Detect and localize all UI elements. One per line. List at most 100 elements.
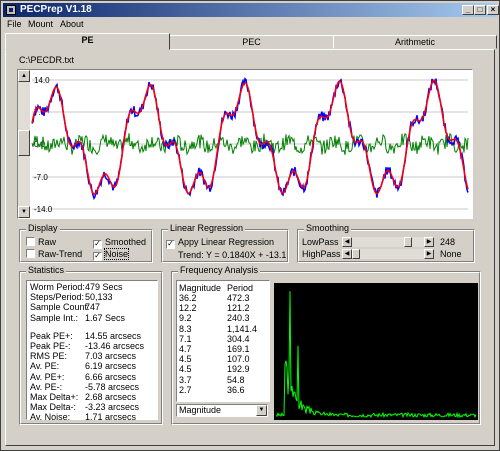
slider-right-arrow-icon[interactable]: ▶ [424, 237, 434, 247]
statistics-value: 1.71 arcsecs [85, 412, 137, 423]
linear-regression-group: Linear Regression ✓ Appy Linear Regressio… [161, 223, 289, 263]
linear-regression-group-title: Linear Regression [168, 223, 246, 233]
statistics-row: Max Delta+: 2.68 arcsecs [30, 392, 136, 402]
frequency-magnitude-cell: 4.5 [179, 354, 192, 365]
statistics-label: Peak PE+: [30, 330, 73, 341]
statistics-row: Peak PE-: -13.46 arcsecs [30, 341, 144, 351]
sort-select-value: Magnitude [179, 405, 222, 415]
raw-checkbox[interactable]: Raw [26, 237, 56, 247]
y-tick-label: -14.0 [34, 205, 53, 214]
frequency-magnitude-cell: 4.7 [179, 344, 192, 354]
statistics-row: Worm Period: 479 Secs [30, 282, 123, 292]
statistics-label: Max Delta+: [30, 392, 79, 402]
frequency-magnitude-cell: 9.2 [179, 313, 192, 324]
close-button[interactable]: × [487, 5, 499, 15]
statistics-label: Max Delta-: [30, 402, 77, 413]
statistics-value: -13.46 arcsecs [85, 341, 145, 351]
pe-plot-scrollbar[interactable]: ▲ ▼ [18, 70, 30, 218]
sort-select[interactable]: Magnitude ▼ [176, 404, 268, 417]
tab-pe[interactable]: PE [5, 33, 170, 50]
statistics-list: Worm Period: 479 Secs Steps/Period: 50,133 S… [26, 280, 158, 423]
frequency-analysis-group-title: Frequency Analysis [178, 265, 261, 275]
checkmark-icon[interactable]: ✓ [93, 252, 102, 261]
checkbox-box[interactable] [26, 249, 35, 258]
statistics-value: 6.19 arcsecs [85, 361, 137, 372]
menu-about[interactable]: About [60, 19, 84, 29]
scroll-down-arrow-icon[interactable]: ▼ [18, 206, 30, 218]
slider-left-arrow-icon[interactable]: ◀ [342, 237, 352, 247]
statistics-value: 1.67 Secs [85, 312, 126, 323]
maximize-button[interactable]: □ [474, 5, 486, 15]
statistics-label: Steps/Period: [30, 292, 85, 303]
app-icon [6, 5, 16, 15]
lowpass-slider-thumb[interactable] [404, 237, 413, 247]
tab-pec[interactable]: PEC [169, 35, 334, 49]
menu-file[interactable]: File [7, 19, 22, 29]
apply-linear-regression-checkbox[interactable]: ✓ Appy Linear Regression [166, 237, 274, 249]
minimize-button[interactable]: _ [462, 5, 474, 15]
checkbox-box[interactable] [26, 237, 35, 246]
frequency-period-cell: 192.9 [227, 364, 250, 375]
statistics-group: Statistics Worm Period: 479 Secs Steps/Per… [19, 265, 163, 425]
highpass-slider-thumb[interactable] [352, 249, 360, 259]
slider-left-arrow-icon[interactable]: ◀ [342, 249, 352, 259]
statistics-row: Sample Count: 747 [30, 302, 100, 313]
scroll-thumb[interactable] [18, 130, 30, 156]
frequency-period-cell: 472.3 [227, 293, 250, 303]
window-title: PECPrep V1.18 [20, 4, 92, 15]
statistics-row: RMS PE: 7.03 arcsecs [30, 351, 136, 362]
statistics-value: 2.68 arcsecs [85, 392, 137, 402]
frequency-magnitude-cell: 36.2 [179, 293, 197, 303]
raw-trend-checkbox[interactable]: Raw-Trend [26, 249, 82, 259]
noise-checkbox[interactable]: ✓ Noise [93, 248, 130, 261]
statistics-value: 7.03 arcsecs [85, 351, 137, 362]
highpass-value: None [440, 249, 462, 259]
statistics-label: Av. PE+: [30, 371, 65, 382]
checkmark-icon[interactable]: ✓ [93, 240, 102, 249]
highpass-label: HighPass [302, 249, 341, 259]
spectrum-background [274, 283, 478, 420]
statistics-row: Av. PE: 6.19 arcsecs [30, 361, 136, 371]
smoothed-checkbox[interactable]: ✓ Smoothed [93, 237, 146, 249]
slider-right-arrow-icon[interactable]: ▶ [424, 249, 434, 259]
statistics-value: 747 [85, 302, 101, 313]
trend-equation: Trend: Y = 0.1840X + -13.1 [178, 250, 287, 260]
highpass-slider[interactable]: ◀ ▶ [342, 249, 434, 259]
frequency-period-cell: 36.6 [227, 384, 245, 395]
statistics-row: Sample Int.: 1.67 Secs [30, 313, 125, 323]
statistics-row: Steps/Period: 50,133 [30, 292, 113, 303]
frequency-magnitude-cell: 4.5 [179, 364, 192, 375]
statistics-label: Av. PE-: [30, 381, 63, 392]
frequency-magnitude-cell: 3.7 [179, 374, 192, 385]
chevron-down-icon[interactable]: ▼ [256, 405, 267, 416]
frequency-magnitude-cell: 12.2 [179, 303, 197, 314]
tab-arithmetic[interactable]: Arithmetic [333, 35, 497, 49]
noise-checkbox-label: Noise [103, 248, 130, 260]
smoothing-group-title: Smoothing [304, 223, 352, 233]
menu-mount[interactable]: Mount [28, 19, 53, 29]
statistics-value: 6.66 arcsecs [85, 371, 137, 382]
frequency-table[interactable]: Magnitude Period 36.2 472.3 12.2 121.2 9.2 24… [176, 280, 270, 402]
frequency-period-cell: 240.3 [227, 313, 250, 324]
scroll-up-arrow-icon[interactable]: ▲ [18, 70, 30, 82]
lowpass-slider[interactable]: ◀ ▶ [342, 237, 434, 247]
checkmark-icon[interactable]: ✓ [166, 240, 175, 249]
y-tick-label: -7.0 [34, 173, 48, 182]
lowpass-label: LowPass [302, 237, 339, 247]
file-path-label: C:\PECDR.txt [19, 55, 75, 65]
frequency-period-cell: 107.0 [227, 354, 250, 365]
statistics-value: 50,133 [85, 292, 113, 303]
smoothed-checkbox-label: Smoothed [105, 237, 147, 247]
frequency-magnitude-cell: 2.7 [179, 384, 192, 395]
statistics-label: Sample Count: [30, 302, 90, 313]
statistics-row: Av. Noise: 1.71 arcsecs [30, 412, 136, 423]
statistics-label: RMS PE: [30, 351, 68, 362]
pe-graph: 14.0 7.0 0.0 -7.0 -14.0 [31, 76, 469, 214]
frequency-analysis-group: Frequency Analysis Magnitude Period 36.2… [171, 265, 481, 425]
statistics-value: -3.23 arcsecs [85, 402, 140, 413]
lowpass-value: 248 [440, 237, 456, 247]
statistics-label: Av. Noise: [30, 412, 71, 423]
frequency-period-cell: 169.1 [227, 344, 250, 354]
smoothing-group: Smoothing LowPass ◀ ▶ 248 HighPass ◀ ▶ N… [297, 223, 475, 263]
magnitude-column-header: Magnitude [179, 283, 222, 293]
